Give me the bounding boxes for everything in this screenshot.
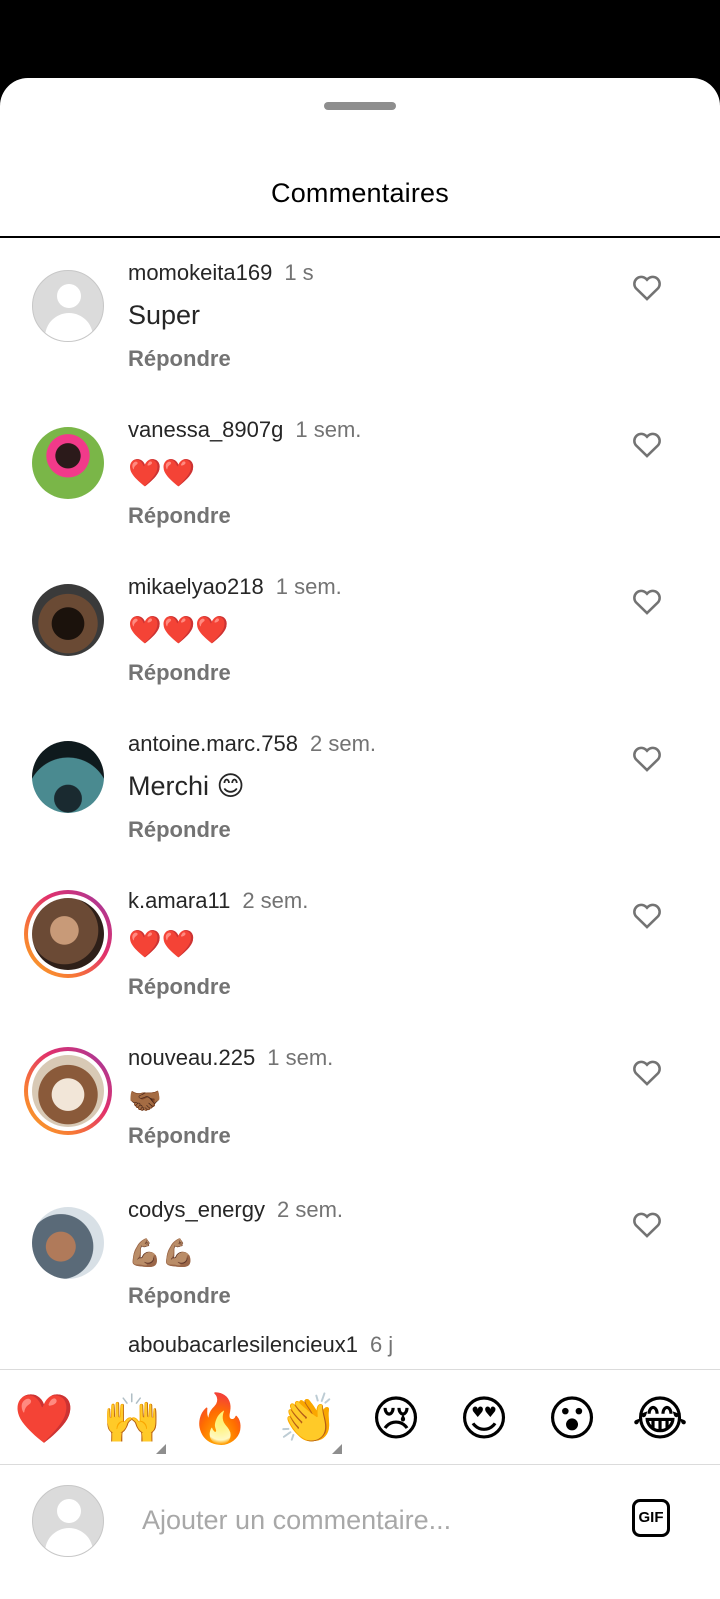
comment-item: antoine.marc.758 2 sem. Merchi 😊 Répondre	[0, 709, 720, 866]
default-avatar-icon	[32, 1485, 104, 1557]
profile-photo	[32, 898, 104, 970]
heart-icon[interactable]	[630, 584, 664, 618]
profile-photo	[32, 1207, 104, 1279]
comments-sheet: Commentaires momokeita169 1 s Super Répon…	[0, 78, 720, 1599]
story-ring-avatar[interactable]	[24, 1047, 112, 1135]
story-ring-avatar[interactable]	[24, 890, 112, 978]
comment-item: codys_energy 2 sem. 💪🏽💪🏽 Répondre	[0, 1175, 720, 1332]
comment-time: 6 j	[369, 1332, 394, 1357]
reply-button[interactable]: Répondre	[128, 1283, 231, 1309]
comment-input[interactable]	[140, 1499, 604, 1541]
comment-username[interactable]: k.amara11	[128, 888, 230, 913]
comment-time: 1 sem.	[275, 574, 342, 599]
gif-button[interactable]: GIF	[632, 1499, 670, 1537]
profile-photo	[32, 427, 104, 499]
avatar[interactable]	[32, 427, 104, 499]
my-avatar	[32, 1485, 104, 1557]
reply-button[interactable]: Répondre	[128, 503, 231, 529]
comment-text: 🤝🏾	[128, 1086, 162, 1116]
comment-text: Super	[128, 300, 201, 330]
heart-icon[interactable]	[630, 427, 664, 461]
comment-text: ❤️❤️❤️	[128, 615, 229, 645]
comment-username[interactable]: mikaelyao218	[128, 574, 264, 599]
comment-username[interactable]: aboubacarlesilencieux1	[128, 1332, 358, 1357]
reply-button[interactable]: Répondre	[128, 817, 231, 843]
avatar[interactable]	[32, 1207, 104, 1279]
emoji-clap-button[interactable]: 👏	[276, 1388, 342, 1454]
comment-item: nouveau.225 1 sem. 🤝🏾 Répondre	[0, 1023, 720, 1180]
emoji-laughing-button[interactable]: 😂	[628, 1388, 692, 1452]
comment-username[interactable]: antoine.marc.758	[128, 731, 298, 756]
default-avatar-icon	[32, 270, 104, 342]
comment-item: momokeita169 1 s Super Répondre	[0, 238, 720, 395]
avatar[interactable]	[32, 270, 104, 342]
emoji-heart-eyes-button[interactable]: 😍	[452, 1388, 516, 1452]
heart-icon[interactable]	[630, 270, 664, 304]
emoji-reaction-bar: ❤️ 🙌 🔥 👏 😢 😍 😮 😂	[0, 1369, 720, 1466]
heart-icon[interactable]	[630, 1055, 664, 1089]
comment-text: Merchi 😊	[128, 771, 245, 801]
heart-icon[interactable]	[630, 898, 664, 932]
comment-time: 1 sem.	[295, 417, 362, 442]
emoji-raised-hands-button[interactable]: 🙌	[100, 1388, 166, 1454]
comment-username[interactable]: nouveau.225	[128, 1045, 255, 1070]
comment-username[interactable]: vanessa_8907g	[128, 417, 283, 442]
drag-handle[interactable]	[324, 102, 396, 110]
profile-photo	[32, 584, 104, 656]
comment-item: mikaelyao218 1 sem. ❤️❤️❤️ Répondre	[0, 552, 720, 709]
comment-time: 1 sem.	[267, 1045, 334, 1070]
emoji-heart-button[interactable]: ❤️	[12, 1388, 76, 1452]
emoji-crying-button[interactable]: 😢	[364, 1388, 428, 1452]
comment-text: ❤️❤️	[128, 458, 196, 488]
comment-username[interactable]: momokeita169	[128, 260, 272, 285]
comment-time: 2 sem.	[310, 731, 377, 756]
reply-button[interactable]: Répondre	[128, 346, 231, 372]
comment-username[interactable]: codys_energy	[128, 1197, 265, 1222]
avatar[interactable]	[32, 584, 104, 656]
heart-icon[interactable]	[630, 741, 664, 775]
comments-list[interactable]: momokeita169 1 s Super Répondre vanessa_8…	[0, 238, 720, 1450]
skin-tone-indicator-icon	[332, 1444, 342, 1454]
sheet-title: Commentaires	[271, 178, 449, 208]
reply-button[interactable]: Répondre	[128, 974, 231, 1000]
profile-photo	[32, 741, 104, 813]
avatar[interactable]	[32, 741, 104, 813]
comment-text: 💪🏽💪🏽	[128, 1238, 196, 1268]
emoji-fire-button[interactable]: 🔥	[188, 1388, 252, 1452]
emoji-surprised-button[interactable]: 😮	[540, 1388, 604, 1452]
comment-time: 2 sem.	[276, 1197, 344, 1222]
profile-photo	[32, 1055, 104, 1127]
comment-item: vanessa_8907g 1 sem. ❤️❤️ Répondre	[0, 395, 720, 552]
reply-button[interactable]: Répondre	[128, 660, 231, 686]
comment-composer: GIF	[0, 1464, 720, 1599]
heart-icon[interactable]	[630, 1207, 664, 1241]
comment-time: 1 s	[284, 260, 314, 285]
comment-text: ❤️❤️	[128, 929, 196, 959]
comment-time: 2 sem.	[242, 888, 309, 913]
reply-button[interactable]: Répondre	[128, 1123, 231, 1149]
skin-tone-indicator-icon	[156, 1444, 166, 1454]
comment-item: k.amara11 2 sem. ❤️❤️ Répondre	[0, 866, 720, 1023]
